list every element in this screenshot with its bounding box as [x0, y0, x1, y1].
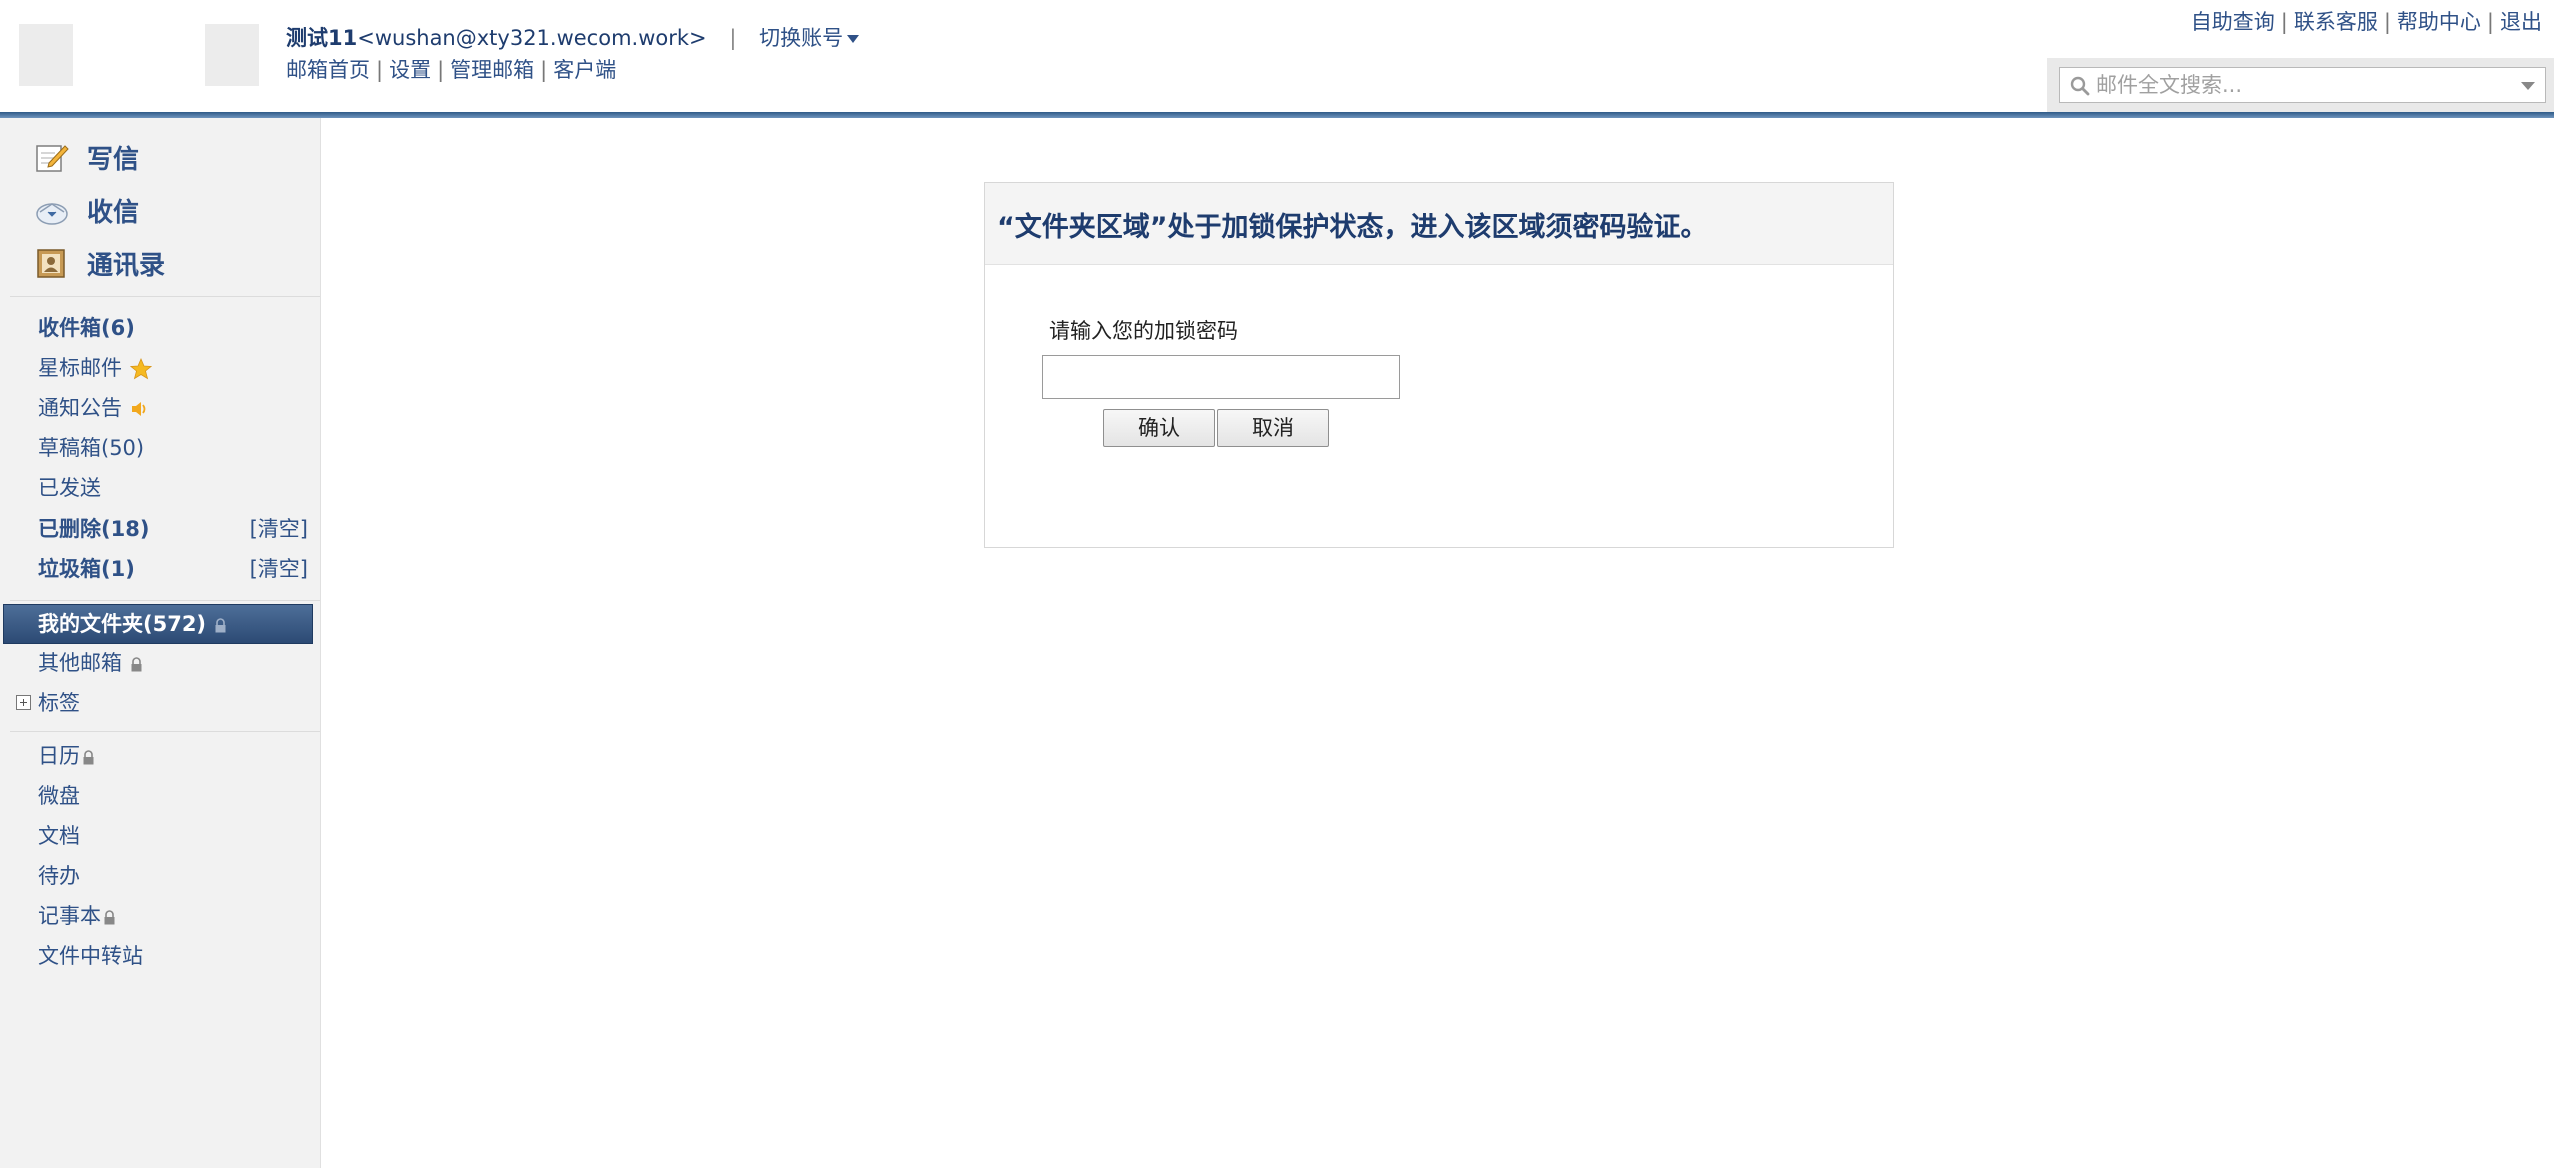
docs-label: 文档: [38, 824, 80, 848]
separator: |: [540, 58, 548, 82]
folder-inbox-label: 收件箱(6): [38, 316, 135, 340]
separator: |: [2486, 10, 2494, 34]
logo-image-right: [205, 24, 259, 86]
lock-icon: [83, 749, 94, 764]
divider: [10, 296, 320, 297]
star-icon: [130, 358, 152, 380]
my-folders-item[interactable]: 我的文件夹(572): [3, 604, 313, 644]
company-logo-text: [80, 22, 195, 38]
lock-icon: [104, 909, 115, 924]
separator: |: [376, 58, 384, 82]
notes-label: 记事本: [38, 904, 101, 928]
caret-down-icon: [847, 35, 860, 43]
separator: |: [2280, 10, 2288, 34]
lock-password-input[interactable]: [1042, 355, 1400, 399]
todo-item[interactable]: 待办: [38, 861, 308, 891]
folder-deleted-row: 已删除(18) [清空]: [38, 514, 308, 544]
account-line: 测试11<wushan@xty321.wecom.work> | 切换账号: [286, 24, 860, 52]
disk-label: 微盘: [38, 784, 80, 808]
separator: |: [437, 58, 445, 82]
folder-notices[interactable]: 通知公告: [38, 393, 308, 423]
contacts-icon: [37, 249, 65, 278]
folder-sent-label: 已发送: [38, 476, 101, 500]
receive-button[interactable]: 收信: [35, 190, 305, 230]
lock-icon: [131, 656, 142, 671]
compose-button[interactable]: 写信: [35, 137, 305, 177]
password-label: 请输入您的加锁密码: [1049, 319, 1238, 343]
calendar-label: 日历: [38, 744, 80, 768]
help-center-link[interactable]: 帮助中心: [2397, 10, 2481, 34]
search-area: [2047, 58, 2554, 114]
search-icon: [2070, 76, 2090, 96]
folder-spam[interactable]: 垃圾箱(1): [38, 557, 135, 581]
contacts-label: 通讯录: [87, 250, 166, 281]
lock-verification-panel: “文件夹区域”处于加锁保护状态，进入该区域须密码验证。 请输入您的加锁密码 确认…: [984, 182, 1894, 548]
folder-notices-label: 通知公告: [38, 396, 122, 420]
header-nav: 邮箱首页 | 设置 | 管理邮箱 | 客户端: [286, 56, 616, 84]
nav-client[interactable]: 客户端: [553, 58, 616, 82]
speaker-icon: [132, 402, 146, 416]
confirm-button[interactable]: 确认: [1103, 409, 1215, 447]
my-folders-text: 我的文件夹(572): [38, 612, 207, 636]
notes-item[interactable]: 记事本: [38, 901, 308, 931]
search-dropdown-icon[interactable]: [2521, 82, 2535, 90]
folder-deleted[interactable]: 已删除(18): [38, 517, 149, 541]
top-header: 测试11<wushan@xty321.wecom.work> | 切换账号 邮箱…: [0, 0, 2554, 118]
compose-icon: [36, 145, 69, 172]
contacts-button[interactable]: 通讯录: [35, 243, 305, 283]
docs-item[interactable]: 文档: [38, 821, 308, 851]
separator: |: [729, 26, 737, 50]
folder-starred-label: 星标邮件: [38, 356, 122, 380]
switch-account-link[interactable]: 切换账号: [759, 26, 860, 50]
file-transfer-item[interactable]: 文件中转站: [38, 941, 308, 971]
self-service-link[interactable]: 自助查询: [2191, 10, 2275, 34]
divider: [10, 600, 320, 601]
folder-sent[interactable]: 已发送: [38, 473, 308, 503]
search-box[interactable]: [2059, 67, 2546, 103]
lock-icon: [215, 617, 226, 632]
nav-mail-home[interactable]: 邮箱首页: [286, 58, 370, 82]
cancel-button[interactable]: 取消: [1217, 409, 1329, 447]
todo-label: 待办: [38, 864, 80, 888]
user-email: <wushan@xty321.wecom.work>: [357, 26, 707, 50]
compose-label: 写信: [87, 144, 140, 175]
folder-spam-row: 垃圾箱(1) [清空]: [38, 554, 308, 584]
logout-link[interactable]: 退出: [2500, 10, 2542, 34]
divider: [10, 731, 320, 732]
receive-label: 收信: [87, 197, 140, 228]
clear-deleted-link[interactable]: [清空]: [250, 514, 308, 544]
folder-drafts[interactable]: 草稿箱(50): [38, 433, 308, 463]
nav-settings[interactable]: 设置: [389, 58, 431, 82]
sidebar: 写信 收信 通讯录 收件箱(6) 星标邮件 通知公告 草稿箱(50) 已发送 已…: [0, 118, 321, 1168]
expand-plus-icon[interactable]: [16, 695, 31, 710]
my-folders-label: 我的文件夹(572): [38, 605, 227, 643]
tags-label: 标签: [38, 691, 80, 715]
folder-inbox[interactable]: 收件箱(6): [38, 313, 308, 343]
header-divider: [0, 112, 2554, 118]
lock-panel-header: “文件夹区域”处于加锁保护状态，进入该区域须密码验证。: [985, 183, 1893, 265]
other-mailboxes-item[interactable]: 其他邮箱: [38, 648, 308, 678]
receive-mail-icon: [36, 203, 68, 225]
separator: |: [2383, 10, 2391, 34]
folder-starred[interactable]: 星标邮件: [38, 353, 308, 383]
user-name: 测试11: [286, 26, 358, 50]
other-mailboxes-label: 其他邮箱: [38, 651, 122, 675]
tags-item[interactable]: 标签: [16, 688, 308, 718]
nav-admin-mailbox[interactable]: 管理邮箱: [450, 58, 534, 82]
calendar-item[interactable]: 日历: [38, 741, 308, 771]
clear-spam-link[interactable]: [清空]: [250, 554, 308, 584]
lock-panel-title: “文件夹区域”处于加锁保护状态，进入该区域须密码验证。: [997, 212, 1708, 243]
disk-item[interactable]: 微盘: [38, 781, 308, 811]
logo-image-left: [19, 24, 73, 86]
switch-account-label: 切换账号: [759, 26, 844, 50]
file-transfer-label: 文件中转站: [38, 944, 143, 968]
top-right-links: 自助查询 | 联系客服 | 帮助中心 | 退出: [2191, 8, 2542, 36]
folder-drafts-label: 草稿箱(50): [38, 436, 145, 460]
customer-service-link[interactable]: 联系客服: [2294, 10, 2378, 34]
search-input[interactable]: [2096, 70, 2506, 100]
